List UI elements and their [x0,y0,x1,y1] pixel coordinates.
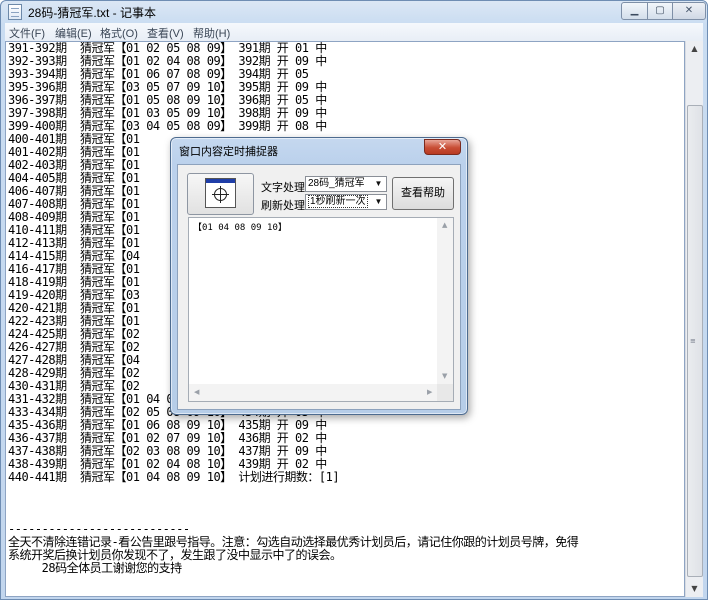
close-icon: ✕ [684,5,694,16]
view-help-button[interactable]: 查看帮助 [392,177,454,210]
text-process-label: 文字处理 [261,182,305,194]
notepad-icon [8,4,22,20]
dialog-title: 窗口内容定时捕捉器 [179,146,278,158]
menu-format[interactable]: 格式(O) [100,25,138,41]
captured-horizontal-scrollbar[interactable]: ◀ ▶ [189,384,439,401]
captured-vertical-scrollbar[interactable]: ▲ ▼ [437,218,453,384]
menu-file[interactable]: 文件(F) [9,25,45,41]
scroll-corner [437,384,453,401]
scroll-up-icon[interactable]: ▲ [442,221,447,229]
document-footer-text: --------------------------- 全天不清除连错记录-看公… [8,522,579,575]
menu-edit[interactable]: 编辑(E) [55,25,92,41]
scroll-left-icon[interactable]: ◀ [194,388,199,396]
title-bar[interactable]: 28码-猜冠军.txt - 记事本 ▁ ▢ ✕ [1,1,707,23]
scroll-up-icon[interactable]: ▲ [686,41,703,57]
chevron-down-icon: ▼ [374,179,383,188]
menu-view[interactable]: 查看(V) [147,25,184,41]
scroll-right-icon[interactable]: ▶ [427,388,432,396]
refresh-process-label: 刷新处理 [261,200,305,212]
close-button[interactable]: ✕ [672,2,706,20]
menu-bar: 文件(F) 编辑(E) 格式(O) 查看(V) 帮助(H) [5,23,703,41]
dialog-close-button[interactable]: ✕ [424,139,461,155]
window-target-button[interactable] [187,173,254,215]
vertical-scrollbar[interactable]: ▲ ≡ ▼ [685,41,703,597]
close-icon: ✕ [437,140,448,153]
chevron-down-icon: ▼ [374,197,383,206]
capture-dialog: 窗口内容定时捕捉器 ✕ 文字处理 28码_猜冠军 ▼ 刷新处理 1秒刷新一次 ▼… [170,137,468,415]
maximize-icon: ▢ [655,5,665,16]
menu-help[interactable]: 帮助(H) [193,25,230,41]
maximize-button[interactable]: ▢ [647,2,673,20]
crosshair-target-icon [205,178,236,208]
scroll-down-icon[interactable]: ▼ [686,581,703,597]
minimize-icon: ▁ [630,5,639,16]
scroll-down-icon[interactable]: ▼ [442,372,447,380]
text-process-value: 28码_猜冠军 [308,178,365,189]
captured-text-box[interactable]: 【01 04 08 09 10】 ▲ ▼ ◀ ▶ [188,217,454,402]
minimize-button[interactable]: ▁ [621,2,648,20]
refresh-value: 1秒刷新一次 [308,195,368,208]
dialog-body: 文字处理 28码_猜冠军 ▼ 刷新处理 1秒刷新一次 ▼ 查看帮助 【01 04… [177,164,461,410]
window-title: 28码-猜冠军.txt - 记事本 [28,6,157,20]
refresh-select[interactable]: 1秒刷新一次 ▼ [305,194,387,210]
text-process-select[interactable]: 28码_猜冠军 ▼ [305,176,387,192]
captured-text: 【01 04 08 09 10】 [193,223,287,233]
scroll-grip-icon: ≡ [690,337,696,345]
